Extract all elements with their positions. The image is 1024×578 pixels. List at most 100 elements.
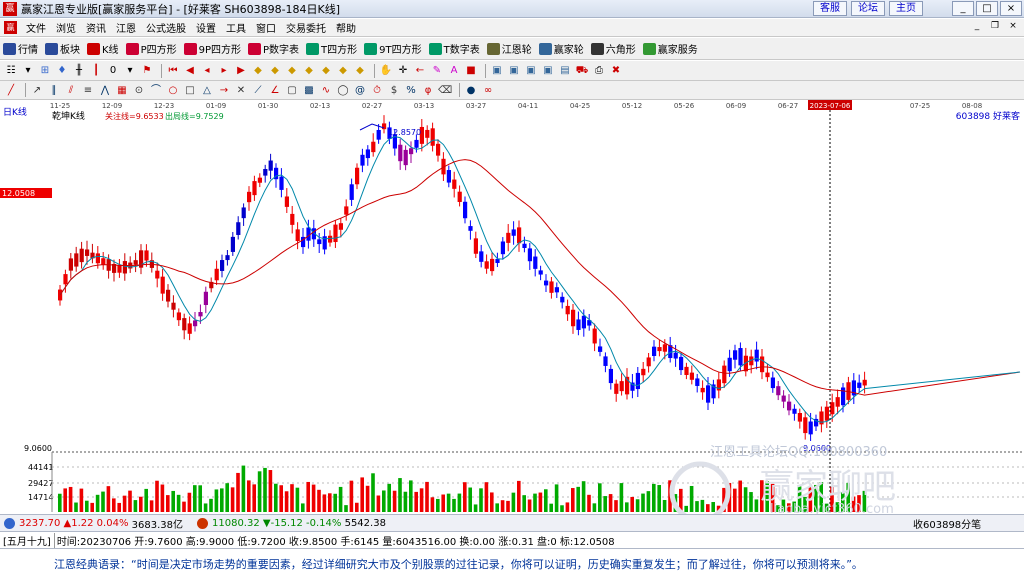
fib-tool-icon[interactable]: ≡ xyxy=(81,84,95,97)
hand-icon[interactable]: ✋ xyxy=(379,64,393,77)
next-page-icon[interactable]: ▶ xyxy=(234,64,248,77)
toolbar-item-1[interactable]: 板块 xyxy=(45,41,80,56)
center-diamond-icon[interactable]: ◆ xyxy=(353,64,367,77)
mdi-close-icon[interactable]: × xyxy=(1005,21,1021,34)
toolbar-item-4[interactable]: 9P四方形 xyxy=(183,41,241,56)
link-icon[interactable]: ∞ xyxy=(481,84,495,97)
toolbar-item-11[interactable]: 六角形 xyxy=(590,41,636,56)
price-icon[interactable]: ♦ xyxy=(55,64,69,77)
delete-icon[interactable]: ✖ xyxy=(609,64,623,77)
percent-tool-icon[interactable]: % xyxy=(404,84,418,97)
text-icon[interactable]: A xyxy=(447,64,461,77)
window1-icon[interactable]: ▣ xyxy=(490,64,504,77)
menu-settings[interactable]: 设置 xyxy=(191,20,221,35)
menu-formula[interactable]: 公式选股 xyxy=(141,20,191,35)
home-link[interactable]: 主页 xyxy=(889,1,923,16)
mdi-minimize-icon[interactable]: _ xyxy=(969,21,985,34)
next-icon[interactable]: ▸ xyxy=(217,64,231,77)
circle-tool-icon[interactable]: ○ xyxy=(166,84,180,97)
print-icon[interactable]: ⎙ xyxy=(592,64,606,77)
bar-icon[interactable]: ╫ xyxy=(72,64,86,77)
speed-tool-icon[interactable]: ⟋ xyxy=(251,84,265,97)
parallel-tool-icon[interactable]: ∥ xyxy=(47,84,61,97)
grid-menu-icon[interactable]: ☷ xyxy=(4,64,18,77)
menu-window[interactable]: 窗口 xyxy=(251,20,281,35)
square-tool-icon[interactable]: ▢ xyxy=(285,84,299,97)
dropdown2-icon[interactable]: ▾ xyxy=(123,64,137,77)
menu-browse[interactable]: 浏览 xyxy=(51,20,81,35)
minimize-button[interactable]: _ xyxy=(952,1,974,16)
mdi-restore-icon[interactable]: ❐ xyxy=(987,21,1003,34)
crosshair-icon[interactable]: ✛ xyxy=(396,64,410,77)
down-diamond-icon[interactable]: ◆ xyxy=(268,64,282,77)
menu-tools[interactable]: 工具 xyxy=(221,20,251,35)
prev-icon[interactable]: ◂ xyxy=(200,64,214,77)
up-diamond-icon[interactable]: ◆ xyxy=(251,64,265,77)
rect-tool-icon[interactable]: □ xyxy=(183,84,197,97)
spiral-tool-icon[interactable]: @ xyxy=(353,84,367,97)
gann-fan-icon[interactable]: ⋀ xyxy=(98,84,112,97)
arc-tool-icon[interactable]: ⌒ xyxy=(149,84,163,97)
quote-tab[interactable]: [五月十九] xyxy=(0,532,55,548)
flag-icon[interactable]: ⚑ xyxy=(140,64,154,77)
value-icon[interactable]: 0 xyxy=(106,64,120,77)
ellipse-tool-icon[interactable]: ◯ xyxy=(336,84,350,97)
menu-info[interactable]: 资讯 xyxy=(81,20,111,35)
menu-trade[interactable]: 交易委托 xyxy=(281,20,331,35)
first-icon[interactable]: ⏮ xyxy=(166,64,180,77)
toolbar-item-0[interactable]: 行情 xyxy=(3,41,38,56)
time-tool-icon[interactable]: ⏱ xyxy=(370,84,384,97)
minute-trade-label[interactable]: 收603898分笔 xyxy=(913,516,981,531)
sz-index[interactable]: 11080.32 ▼-15.12 -0.14% 5542.38 xyxy=(197,517,386,529)
sh-index[interactable]: 3237.70 ▲1.22 0.04% 3683.38亿 xyxy=(4,516,183,531)
golden-tool-icon[interactable]: φ xyxy=(421,84,435,97)
window2-icon[interactable]: ▣ xyxy=(507,64,521,77)
menu-file[interactable]: 文件 xyxy=(21,20,51,35)
wave-tool-icon[interactable]: ∿ xyxy=(319,84,333,97)
color-icon[interactable]: ■ xyxy=(464,64,478,77)
toolbar-item-7[interactable]: 9T四方形 xyxy=(364,41,422,56)
zoom-out-diamond-icon[interactable]: ◆ xyxy=(336,64,350,77)
triangle-tool-icon[interactable]: △ xyxy=(200,84,214,97)
truck-icon[interactable]: ⛟ xyxy=(575,64,589,77)
service-link[interactable]: 客服 xyxy=(813,1,847,16)
grid-tool-icon[interactable]: ▩ xyxy=(302,84,316,97)
right-diamond-icon[interactable]: ◆ xyxy=(302,64,316,77)
toolbar-item-10[interactable]: 赢家轮 xyxy=(538,41,584,56)
toolbar-item-6[interactable]: T四方形 xyxy=(306,41,357,56)
menu-gann[interactable]: 江恩 xyxy=(111,20,141,35)
delete-line-icon[interactable]: ⌫ xyxy=(438,84,452,97)
window3-icon[interactable]: ▣ xyxy=(524,64,538,77)
prev-page-icon[interactable]: ◀ xyxy=(183,64,197,77)
left-diamond-icon[interactable]: ◆ xyxy=(285,64,299,77)
menu-help[interactable]: 帮助 xyxy=(331,20,361,35)
forum-link[interactable]: 论坛 xyxy=(851,1,885,16)
cycle-tool-icon[interactable]: ⊙ xyxy=(132,84,146,97)
toolbar-item-9[interactable]: 江恩轮 xyxy=(486,41,532,56)
kline-chart[interactable]: 11-25 12-09 12-23 01-09 01-30 02-13 02-27 03-13… xyxy=(0,100,1024,523)
zoom-icon[interactable]: ⊞ xyxy=(38,64,52,77)
line-tool-icon[interactable]: ╱ xyxy=(4,84,18,97)
channel-tool-icon[interactable]: ⫽ xyxy=(64,84,78,97)
candle-type-icon[interactable]: ┃ xyxy=(89,64,103,77)
toolbar-item-2[interactable]: K线 xyxy=(87,41,119,56)
save-icon[interactable]: ▤ xyxy=(558,64,572,77)
zoom-in-diamond-icon[interactable]: ◆ xyxy=(319,64,333,77)
toolbar-item-8[interactable]: T数字表 xyxy=(428,41,480,56)
mark-tool-icon[interactable]: ✕ xyxy=(234,84,248,97)
price-tool-icon[interactable]: $ xyxy=(387,84,401,97)
toolbar-item-12[interactable]: 赢家服务 xyxy=(642,41,698,56)
arrow-tool-icon[interactable]: → xyxy=(217,84,231,97)
window4-icon[interactable]: ▣ xyxy=(541,64,555,77)
dropdown-icon[interactable]: ▾ xyxy=(21,64,35,77)
kline-chart-svg[interactable]: 11-25 12-09 12-23 01-09 01-30 02-13 02-27 03-13… xyxy=(0,100,1024,523)
chart-color-icon[interactable]: ● xyxy=(464,84,478,97)
maximize-button[interactable]: □ xyxy=(976,1,998,16)
angle-tool-icon[interactable]: ∠ xyxy=(268,84,282,97)
draw-icon[interactable]: ✎ xyxy=(430,64,444,77)
toolbar-item-5[interactable]: P数字表 xyxy=(248,41,299,56)
ray-tool-icon[interactable]: ↗ xyxy=(30,84,44,97)
arrow-left-icon[interactable]: ← xyxy=(413,64,427,77)
gann-box-icon[interactable]: ▦ xyxy=(115,84,129,97)
close-button[interactable]: × xyxy=(1000,1,1022,16)
